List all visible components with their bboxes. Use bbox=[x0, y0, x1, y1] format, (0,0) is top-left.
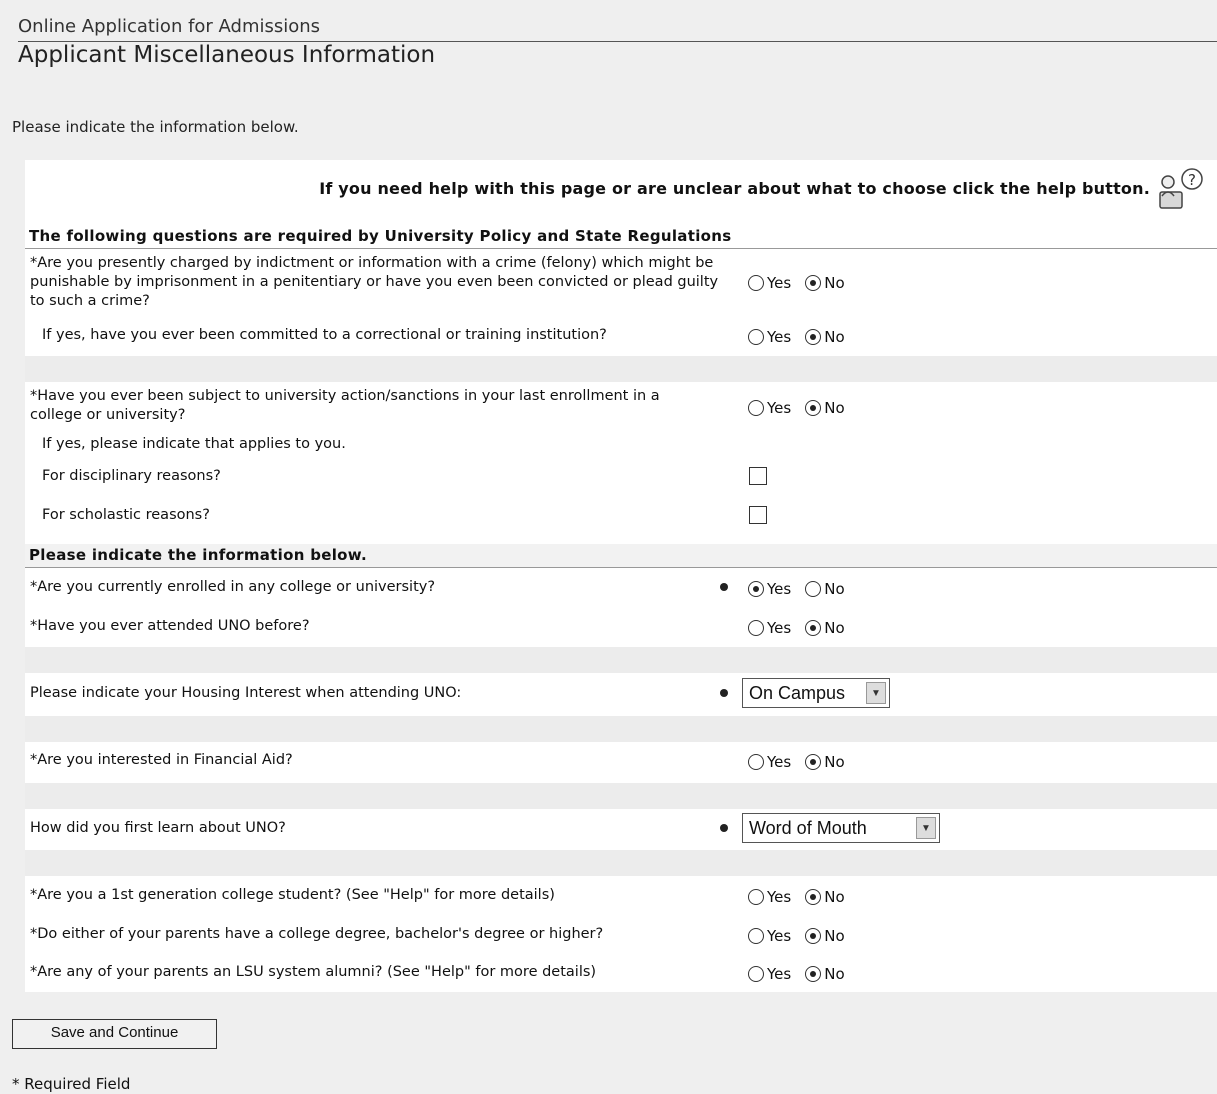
disciplinary-label: For disciplinary reasons? bbox=[42, 468, 221, 484]
committed-yes-radio[interactable] bbox=[748, 329, 764, 345]
yes-label: Yes bbox=[767, 580, 792, 598]
question-enrolled: *Are you currently enrolled in any colle… bbox=[30, 579, 436, 595]
spacer-band bbox=[25, 647, 1217, 673]
first-gen-yes-radio[interactable] bbox=[748, 889, 764, 905]
no-label: No bbox=[824, 753, 845, 771]
yes-label: Yes bbox=[767, 274, 792, 292]
committed-radio-group: Yes No bbox=[748, 326, 859, 348]
no-label: No bbox=[824, 274, 845, 292]
required-bullet bbox=[720, 689, 728, 697]
question-housing: Please indicate your Housing Interest wh… bbox=[30, 685, 462, 701]
question-committed: If yes, have you ever been committed to … bbox=[42, 327, 607, 343]
scholastic-label: For scholastic reasons? bbox=[42, 507, 210, 523]
spacer-band bbox=[25, 850, 1217, 876]
no-label: No bbox=[824, 328, 845, 346]
lsu-alumni-yes-radio[interactable] bbox=[748, 966, 764, 982]
required-bullet bbox=[720, 824, 728, 832]
question-first-gen: *Are you a 1st generation college studen… bbox=[30, 887, 555, 903]
sanctions-yes-radio[interactable] bbox=[748, 400, 764, 416]
breadcrumb: Online Application for Admissions bbox=[18, 14, 1217, 42]
felony-no-radio[interactable] bbox=[805, 275, 822, 291]
no-label: No bbox=[824, 580, 845, 598]
learn-select-value: Word of Mouth bbox=[749, 817, 867, 838]
housing-select-value: On Campus bbox=[749, 682, 846, 703]
chevron-down-icon: ▼ bbox=[916, 817, 936, 839]
section-header-policy: The following questions are required by … bbox=[25, 225, 1217, 249]
required-bullet bbox=[720, 583, 728, 591]
lsu-alumni-no-radio[interactable] bbox=[805, 966, 822, 982]
question-felony: *Are you presently charged by indictment… bbox=[30, 255, 719, 309]
sanctions-no-radio[interactable] bbox=[805, 400, 822, 416]
lsu-alumni-radio-group: Yes No bbox=[748, 963, 859, 985]
question-learn: How did you first learn about UNO? bbox=[30, 820, 286, 836]
required-field-note: * Required Field bbox=[12, 1075, 131, 1093]
no-label: No bbox=[824, 927, 845, 945]
question-lsu-alumni: *Are any of your parents an LSU system a… bbox=[30, 964, 597, 980]
no-label: No bbox=[824, 965, 845, 983]
committed-no-radio[interactable] bbox=[805, 329, 822, 345]
no-label: No bbox=[824, 619, 845, 637]
save-continue-button[interactable]: Save and Continue bbox=[12, 1019, 217, 1049]
sanctions-radio-group: Yes No bbox=[748, 397, 859, 419]
attended-radio-group: Yes No bbox=[748, 617, 859, 639]
financial-aid-no-radio[interactable] bbox=[805, 754, 822, 770]
yes-label: Yes bbox=[767, 619, 792, 637]
learn-select[interactable]: Word of Mouth ▼ bbox=[742, 813, 940, 843]
question-financial-aid: *Are you interested in Financial Aid? bbox=[30, 752, 293, 768]
spacer-band bbox=[25, 783, 1217, 809]
intro-text: Please indicate the information below. bbox=[12, 118, 299, 136]
chevron-down-icon: ▼ bbox=[866, 682, 886, 704]
question-parents-degree: *Do either of your parents have a colleg… bbox=[30, 926, 604, 942]
help-icon: ? bbox=[1159, 168, 1203, 209]
spacer-band bbox=[25, 356, 1217, 382]
first-gen-no-radio[interactable] bbox=[805, 889, 822, 905]
page-title: Applicant Miscellaneous Information bbox=[18, 42, 436, 68]
yes-label: Yes bbox=[767, 965, 792, 983]
help-text: If you need help with this page or are u… bbox=[319, 179, 1150, 198]
spacer-band bbox=[25, 716, 1217, 742]
housing-select[interactable]: On Campus ▼ bbox=[742, 678, 890, 708]
attended-yes-radio[interactable] bbox=[748, 620, 764, 636]
felony-yes-radio[interactable] bbox=[748, 275, 764, 291]
parents-degree-yes-radio[interactable] bbox=[748, 928, 764, 944]
parents-degree-no-radio[interactable] bbox=[805, 928, 822, 944]
yes-label: Yes bbox=[767, 328, 792, 346]
attended-no-radio[interactable] bbox=[805, 620, 822, 636]
felony-radio-group: Yes No bbox=[748, 272, 859, 294]
yes-label: Yes bbox=[767, 753, 792, 771]
first-gen-radio-group: Yes No bbox=[748, 886, 859, 908]
svg-text:?: ? bbox=[1188, 171, 1196, 189]
parents-degree-radio-group: Yes No bbox=[748, 925, 859, 947]
yes-label: Yes bbox=[767, 927, 792, 945]
financial-aid-yes-radio[interactable] bbox=[748, 754, 764, 770]
no-label: No bbox=[824, 399, 845, 417]
question-sanctions: *Have you ever been subject to universit… bbox=[30, 388, 660, 423]
disciplinary-checkbox[interactable] bbox=[749, 467, 767, 485]
sanctions-subhead: If yes, please indicate that applies to … bbox=[42, 436, 346, 452]
yes-label: Yes bbox=[767, 888, 792, 906]
question-attended: *Have you ever attended UNO before? bbox=[30, 618, 310, 634]
enrolled-radio-group: Yes No bbox=[748, 578, 859, 600]
enrolled-no-radio[interactable] bbox=[805, 581, 822, 597]
scholastic-checkbox[interactable] bbox=[749, 506, 767, 524]
section-header-info: Please indicate the information below. bbox=[25, 544, 1217, 568]
financial-aid-radio-group: Yes No bbox=[748, 751, 859, 773]
no-label: No bbox=[824, 888, 845, 906]
help-button[interactable]: ? bbox=[1152, 166, 1208, 214]
enrolled-yes-radio[interactable] bbox=[748, 581, 764, 597]
yes-label: Yes bbox=[767, 399, 792, 417]
